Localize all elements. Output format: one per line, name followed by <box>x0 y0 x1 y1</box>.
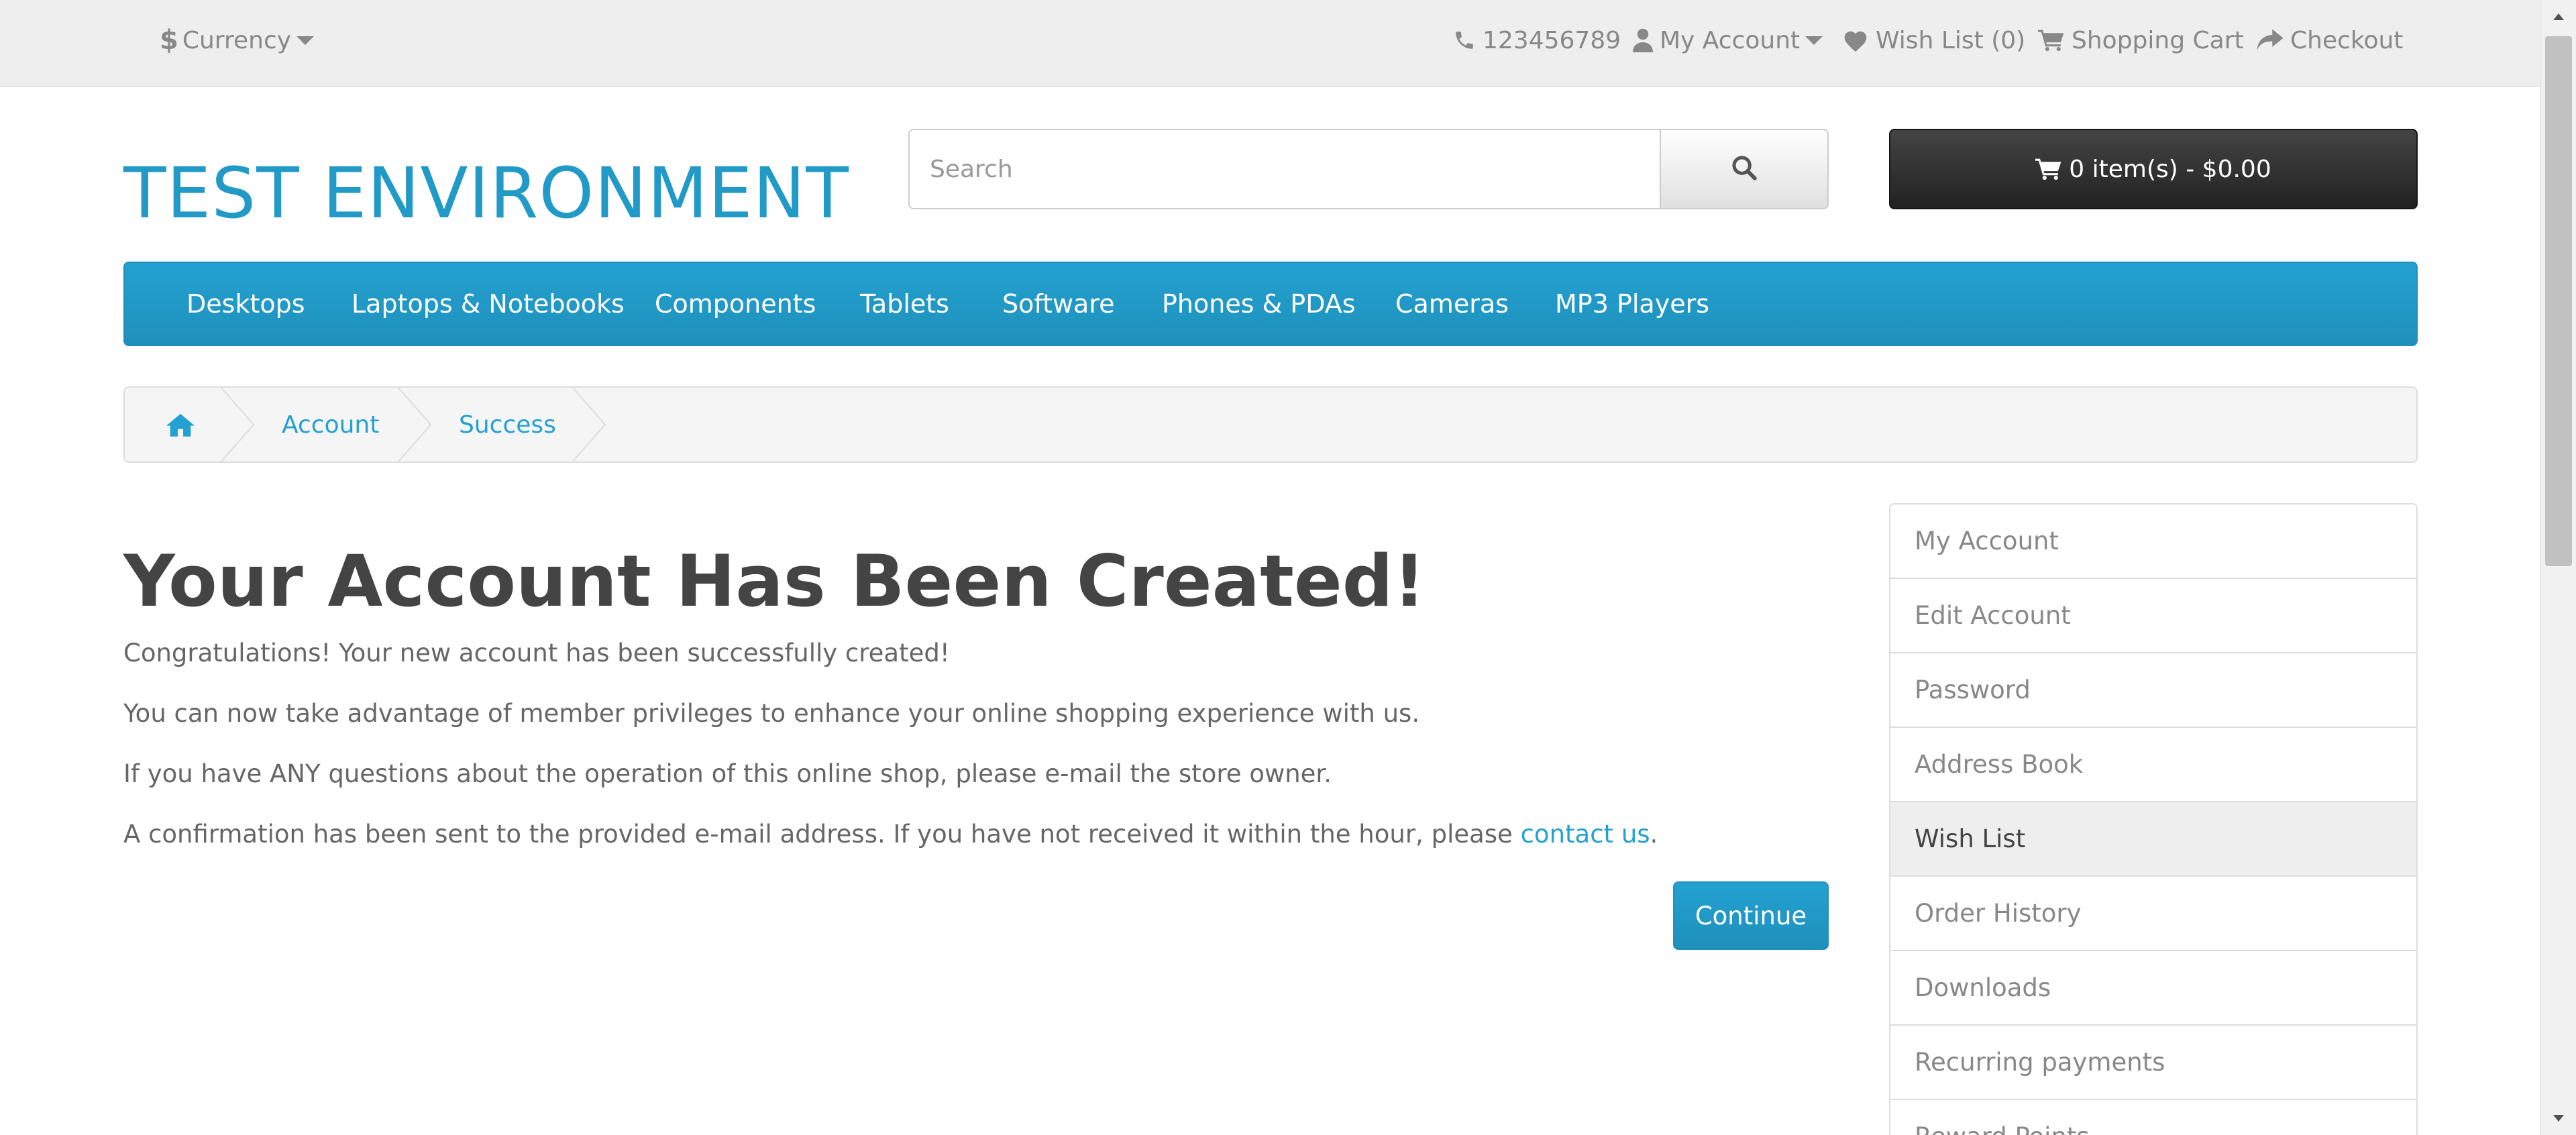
search-button[interactable] <box>1660 129 1829 209</box>
share-icon <box>2257 28 2284 52</box>
sidebar-item-my-account[interactable]: My Account <box>1890 504 2416 579</box>
sidebar-item-edit-account[interactable]: Edit Account <box>1890 579 2416 653</box>
sidebar-item-order-history[interactable]: Order History <box>1890 877 2416 951</box>
confirmation-period: . <box>1650 820 1658 849</box>
vertical-scrollbar[interactable] <box>2540 0 2576 1135</box>
breadcrumb-home[interactable] <box>166 388 195 462</box>
privileges-message: You can now take advantage of member pri… <box>123 699 1420 728</box>
scrollbar-thumb[interactable] <box>2545 36 2572 566</box>
sidebar-item-wish-list[interactable]: Wish List <box>1890 802 2416 877</box>
user-icon <box>1633 28 1653 52</box>
confirmation-text: A confirmation has been sent to the prov… <box>123 820 1521 849</box>
menu-item-desktops[interactable]: Desktops <box>186 263 305 345</box>
page-title: Your Account Has Been Created! <box>123 540 1426 623</box>
scroll-up-arrow-icon[interactable] <box>2541 0 2576 34</box>
heart-icon <box>1842 28 1869 52</box>
wish-list-link[interactable]: Wish List (0) <box>1842 0 2025 80</box>
scroll-down-arrow-icon[interactable] <box>2541 1101 2576 1135</box>
checkout-label: Checkout <box>2290 26 2404 54</box>
breadcrumb-separator <box>396 386 432 463</box>
breadcrumb-account[interactable]: Account <box>282 388 379 462</box>
phone-link[interactable]: 123456789 <box>1453 0 1621 80</box>
menu-item-laptops-notebooks[interactable]: Laptops & Notebooks <box>352 263 625 345</box>
contact-us-link[interactable]: contact us <box>1521 820 1650 849</box>
search-bar <box>908 129 1829 209</box>
phone-icon <box>1453 29 1476 52</box>
search-icon <box>1731 154 1758 184</box>
currency-symbol: $ <box>160 25 178 56</box>
menu-item-phones-pdas[interactable]: Phones & PDAs <box>1162 263 1356 345</box>
sidebar-item-password[interactable]: Password <box>1890 653 2416 728</box>
breadcrumb: Account Success <box>123 386 2418 463</box>
search-input[interactable] <box>908 129 1660 209</box>
sidebar-item-reward-points[interactable]: Reward Points <box>1890 1100 2416 1135</box>
breadcrumb-success[interactable]: Success <box>459 388 556 462</box>
top-bar: $ Currency 123456789 My Account Wish Lis… <box>0 0 2540 87</box>
cart-button[interactable]: 0 item(s) - $0.00 <box>1889 129 2418 209</box>
sidebar-item-address-book[interactable]: Address Book <box>1890 728 2416 802</box>
confirmation-message: A confirmation has been sent to the prov… <box>123 820 1658 849</box>
chevron-down-icon <box>297 36 315 45</box>
breadcrumb-separator <box>571 386 606 463</box>
sidebar-item-downloads[interactable]: Downloads <box>1890 951 2416 1026</box>
breadcrumb-separator <box>219 386 255 463</box>
account-sidebar: My Account Edit Account Password Address… <box>1889 503 2418 1135</box>
shopping-cart-link[interactable]: Shopping Cart <box>2038 0 2244 80</box>
home-icon <box>166 412 195 437</box>
store-logo[interactable]: TEST ENVIRONMENT <box>123 158 849 228</box>
currency-label: Currency <box>182 26 292 54</box>
menu-item-software[interactable]: Software <box>1002 263 1115 345</box>
wish-list-label: Wish List (0) <box>1876 26 2026 54</box>
menu-item-components[interactable]: Components <box>655 263 816 345</box>
shopping-cart-label: Shopping Cart <box>2072 26 2244 54</box>
continue-button[interactable]: Continue <box>1673 881 1829 950</box>
my-account-dropdown[interactable]: My Account <box>1633 0 1823 80</box>
menu-item-mp3-players[interactable]: MP3 Players <box>1555 263 1709 345</box>
currency-dropdown[interactable]: $ Currency <box>160 0 315 80</box>
chevron-down-icon <box>1805 36 1823 45</box>
menu-item-tablets[interactable]: Tablets <box>860 263 949 345</box>
shopping-cart-icon <box>2038 28 2065 52</box>
phone-number: 123456789 <box>1483 26 1621 54</box>
my-account-label: My Account <box>1660 26 1801 54</box>
checkout-link[interactable]: Checkout <box>2257 0 2403 80</box>
success-message: Congratulations! Your new account has be… <box>123 639 950 667</box>
menu-item-cameras[interactable]: Cameras <box>1395 263 1509 345</box>
shopping-cart-icon <box>2035 157 2069 181</box>
main-menu: Desktops Laptops & Notebooks Components … <box>123 262 2418 346</box>
sidebar-item-recurring-payments[interactable]: Recurring payments <box>1890 1026 2416 1100</box>
questions-message: If you have ANY questions about the oper… <box>123 759 1332 788</box>
cart-summary: 0 item(s) - $0.00 <box>2069 155 2271 183</box>
